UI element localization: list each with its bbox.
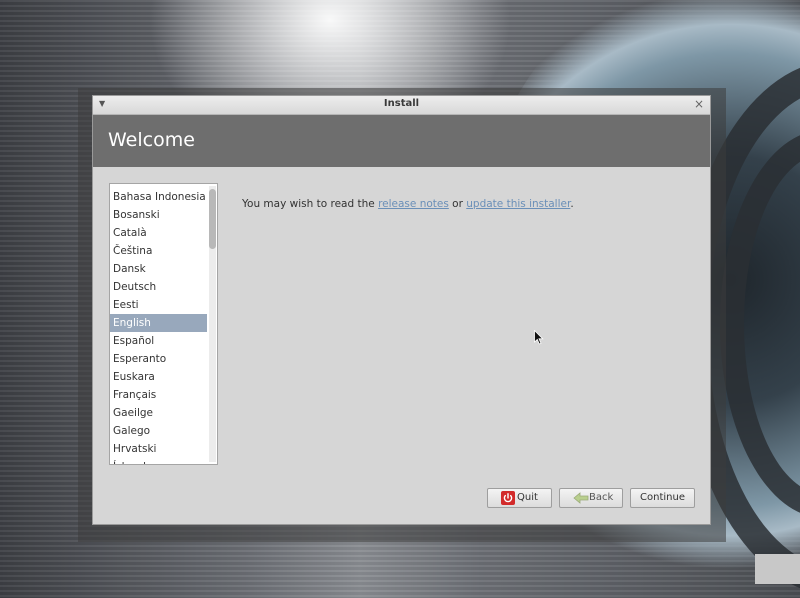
language-item[interactable]: Esperanto [110, 350, 207, 368]
update-installer-link[interactable]: update this installer [466, 198, 570, 210]
language-items: Bahasa Indonesia Bosanski Català Čeština Dan… [110, 188, 207, 464]
release-notes-link[interactable]: release notes [378, 198, 449, 210]
language-item[interactable]: Galego [110, 422, 207, 440]
title-bar[interactable]: ▼ Install × [93, 96, 710, 115]
language-item[interactable]: Gaeilge [110, 404, 207, 422]
message-suffix: . [570, 198, 574, 210]
power-icon [501, 491, 515, 505]
window-title: Install [383, 98, 420, 109]
quit-label: Quit [517, 492, 538, 503]
close-icon[interactable]: × [694, 97, 704, 111]
quit-button[interactable]: Quit [487, 488, 552, 508]
language-item[interactable]: Deutsch [110, 278, 207, 296]
language-item[interactable]: Bosanski [110, 206, 207, 224]
back-label: Back [589, 492, 614, 503]
arrow-left-icon [573, 491, 589, 505]
mouse-pointer-icon [534, 330, 544, 345]
language-item[interactable]: Bahasa Indonesia [110, 188, 207, 206]
desktop-wallpaper: ▼ Install × Welcome Bahasa Indonesia Bosa… [0, 0, 800, 598]
desktop-corner-panel [755, 554, 800, 584]
language-item[interactable]: Eesti [110, 296, 207, 314]
language-item[interactable]: Català [110, 224, 207, 242]
header-band: Welcome [93, 115, 710, 167]
continue-button[interactable]: Continue [630, 488, 695, 508]
message-middle: or [448, 198, 467, 210]
continue-label: Continue [640, 492, 685, 503]
message-prefix: You may wish to read the [242, 198, 379, 210]
scrollbar-track[interactable] [209, 186, 216, 462]
language-item[interactable]: Dansk [110, 260, 207, 278]
page-title: Welcome [108, 129, 195, 151]
language-item[interactable]: Español [110, 332, 207, 350]
language-item[interactable]: Euskara [110, 368, 207, 386]
back-button[interactable]: Back [559, 488, 623, 508]
language-item[interactable]: Íslenska [110, 458, 207, 464]
language-item[interactable]: Français [110, 386, 207, 404]
scrollbar-thumb[interactable] [209, 189, 216, 249]
release-notes-message: You may wish to read the release notes o… [242, 198, 574, 210]
language-list[interactable]: Bahasa Indonesia Bosanski Català Čeština Dan… [109, 183, 218, 465]
installer-window: ▼ Install × Welcome Bahasa Indonesia Bosa… [92, 95, 711, 525]
language-item[interactable]: Čeština [110, 242, 207, 260]
language-item[interactable]: Hrvatski [110, 440, 207, 458]
language-item[interactable]: English [110, 314, 207, 332]
